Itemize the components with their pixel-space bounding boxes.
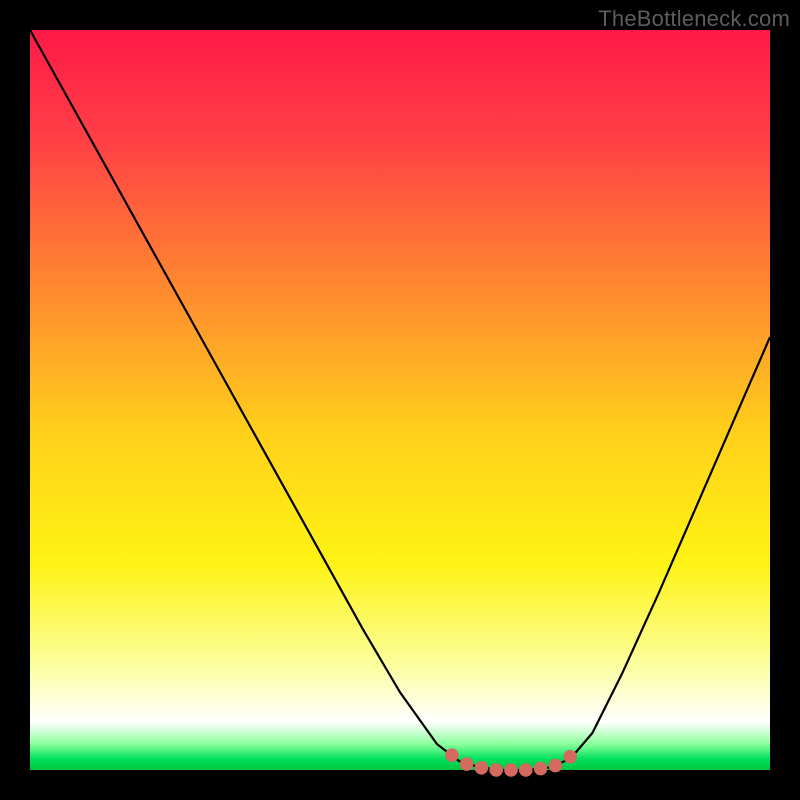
marker-dot — [534, 762, 548, 776]
marker-dot — [504, 763, 518, 777]
bottleneck-chart — [0, 0, 800, 800]
marker-dot — [489, 763, 503, 777]
watermark-text: TheBottleneck.com — [598, 6, 790, 32]
marker-dot — [563, 750, 577, 764]
marker-dot — [549, 759, 563, 773]
marker-dot — [475, 761, 489, 775]
marker-dot — [460, 757, 474, 771]
plot-background — [30, 30, 770, 770]
marker-dot — [519, 763, 533, 777]
marker-dot — [445, 748, 459, 762]
chart-frame: TheBottleneck.com — [0, 0, 800, 800]
